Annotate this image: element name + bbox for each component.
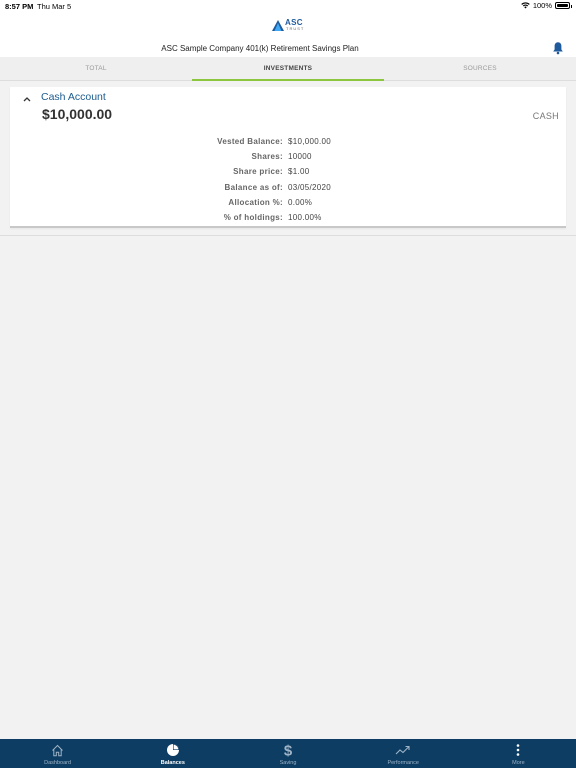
detail-row: Allocation %: 0.00% [10,195,566,210]
dollar-icon: $ [284,743,293,759]
nav-label: Balances [160,760,185,766]
detail-row: Shares: 10000 [10,149,566,164]
tab-total[interactable]: TOTAL [0,57,192,80]
account-amount: $10,000.00 [42,106,113,122]
home-icon [52,744,63,756]
detail-row: Vested Balance: $10,000.00 [10,134,566,149]
status-bar: 8:57 PM Thu Mar 5 100% [0,0,576,13]
detail-row: Balance as of: 03/05/2020 [10,180,566,195]
detail-value: 03/05/2020 [288,182,332,192]
tab-investments[interactable]: INVESTMENTS [192,57,384,81]
tab-sources[interactable]: SOURCES [384,57,576,80]
nav-performance[interactable]: Performance [346,739,461,768]
nav-balances[interactable]: Balances [115,739,230,768]
status-right: 100% [521,1,572,10]
nav-label: Performance [387,760,419,766]
chevron-up-icon[interactable] [22,94,32,104]
detail-value: $10,000.00 [288,137,332,147]
account-name[interactable]: Cash Account [41,91,106,103]
plan-title: ASC Sample Company 401(k) Retirement Sav… [161,44,359,53]
detail-label: Balance as of: [224,182,283,192]
detail-label: Allocation %: [228,197,283,207]
status-time: 8:57 PM [5,2,34,11]
trend-up-icon [395,745,410,755]
battery-percent: 100% [532,1,552,10]
svg-text:$: $ [284,743,293,759]
pie-chart-icon [166,744,179,756]
nav-dashboard[interactable]: Dashboard [0,739,115,768]
detail-label: % of holdings: [223,213,283,223]
balance-tabs: TOTAL INVESTMENTS SOURCES [0,57,576,81]
detail-value: 10000 [288,152,312,162]
detail-label: Share price: [233,167,283,177]
account-type: CASH [532,111,559,121]
content-divider [0,235,576,236]
nav-more[interactable]: More [461,739,576,768]
asc-trust-logo: ASC TRUST [272,19,304,31]
logo-sub-text: TRUST [286,26,305,31]
nav-label: More [512,760,525,766]
detail-label: Shares: [251,152,283,162]
nav-saving[interactable]: $ Saving [230,739,345,768]
bottom-nav: Dashboard Balances $ Saving Performance [0,739,576,768]
detail-row: Share price: $1.00 [10,164,566,179]
app-header: ASC TRUST ASC Sample Company 401(k) Reti… [0,13,576,57]
detail-value: $1.00 [288,167,310,177]
nav-label: Dashboard [44,760,72,766]
detail-row: % of holdings: 100.00% [10,210,566,225]
battery-icon [555,2,572,9]
account-details: Vested Balance: $10,000.00 Shares: 10000… [10,134,566,225]
more-vertical-icon [517,744,520,756]
detail-value: 100.00% [288,213,322,223]
status-date: Thu Mar 5 [37,2,72,11]
detail-value: 0.00% [288,197,313,207]
nav-label: Saving [279,760,297,766]
logo-triangle-icon [272,19,284,31]
notification-bell-icon[interactable] [552,41,564,55]
account-card: Cash Account $10,000.00 CASH Vested Bala… [10,87,566,228]
detail-label: Vested Balance: [217,137,283,147]
wifi-icon [521,2,530,9]
